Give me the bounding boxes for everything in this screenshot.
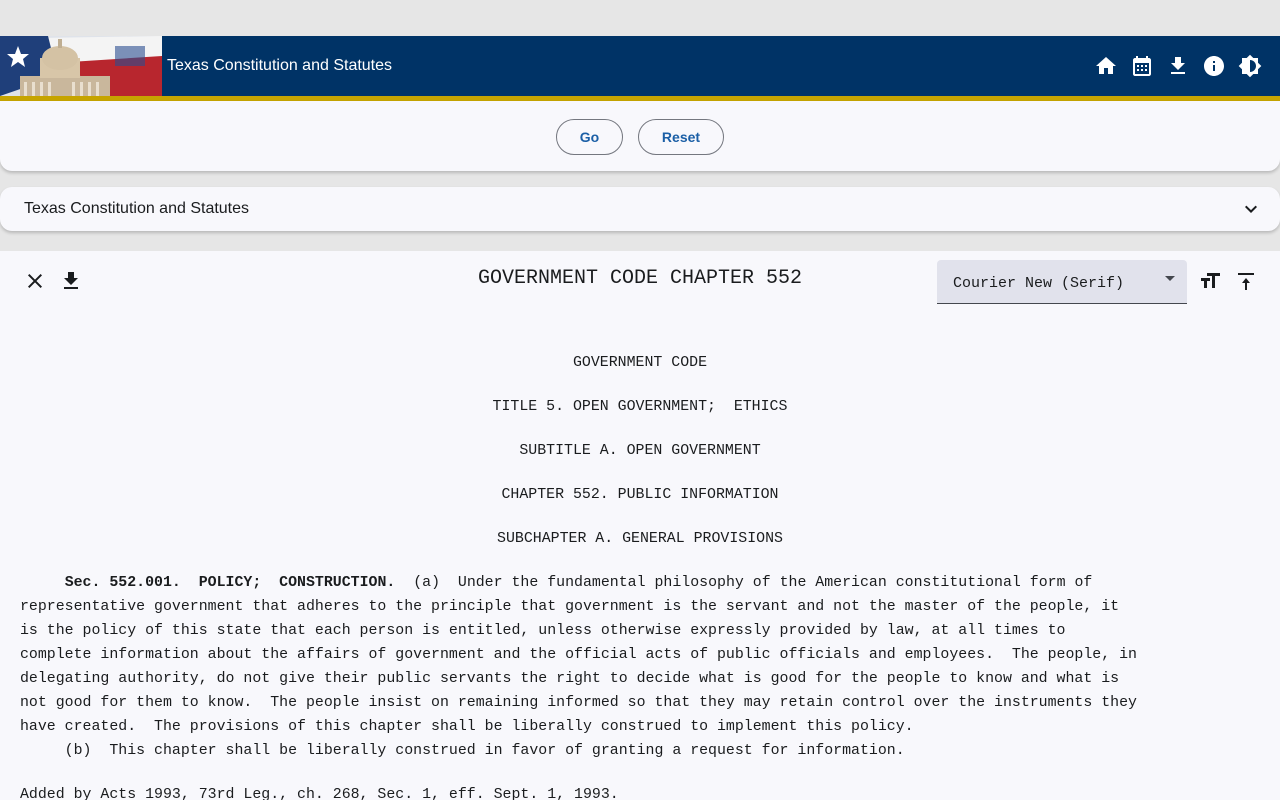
subtitle-heading: SUBTITLE A. OPEN GOVERNMENT (519, 443, 761, 459)
document-viewer: GOVERNMENT CODE CHAPTER 552 Courier New … (0, 251, 1280, 800)
go-button[interactable]: Go (556, 119, 623, 155)
font-select[interactable]: Courier New (Serif) (937, 260, 1187, 304)
constitution-statutes-panel[interactable]: Texas Constitution and Statutes (0, 187, 1280, 231)
section-text-line: have created. The provisions of this cha… (20, 719, 914, 735)
panel-title: Texas Constitution and Statutes (24, 200, 250, 217)
section-first-line: Sec. 552.001. POLICY; CONSTRUCTION. (a) … (20, 571, 1260, 595)
document-body: GOVERNMENT CODE TITLE 5. OPEN GOVERNMENT… (20, 351, 1260, 800)
app-title: Texas Constitution and Statutes (167, 57, 393, 74)
code-heading: GOVERNMENT CODE (572, 355, 708, 371)
home-icon[interactable] (1094, 54, 1118, 78)
download-icon[interactable] (1166, 54, 1190, 78)
reset-button[interactable]: Reset (638, 119, 724, 155)
document-title: GOVERNMENT CODE CHAPTER 552 (477, 267, 803, 290)
brightness-icon[interactable] (1238, 54, 1262, 78)
section-text-line: not good for them to know. The people in… (20, 695, 1137, 711)
download-icon[interactable] (59, 269, 83, 293)
section-text-start: (a) Under the fundamental philosophy of … (395, 575, 1093, 591)
header-toolbar (1094, 36, 1262, 96)
text-size-icon[interactable] (1198, 269, 1222, 293)
section-text-line: representative government that adheres t… (20, 599, 1120, 615)
title-heading: TITLE 5. OPEN GOVERNMENT; ETHICS (492, 399, 788, 415)
font-select-value: Courier New (Serif) (953, 275, 1125, 292)
section-text-line: delegating authority, do not give their … (20, 671, 1120, 687)
app-header: Texas Constitution and Statutes (0, 36, 1280, 96)
capitol-flag-image (0, 36, 162, 96)
section-text-line: is the policy of this state that each pe… (20, 623, 1066, 639)
section-indent (20, 575, 65, 591)
section-text-line: (b) This chapter shall be liberally cons… (20, 743, 905, 759)
chapter-heading: CHAPTER 552. PUBLIC INFORMATION (501, 487, 779, 503)
calendar-icon[interactable] (1130, 54, 1154, 78)
document-toolbar: GOVERNMENT CODE CHAPTER 552 Courier New … (0, 251, 1280, 311)
capitol-logo[interactable] (0, 36, 162, 96)
subchapter-heading: SUBCHAPTER A. GENERAL PROVISIONS (497, 531, 783, 547)
close-icon[interactable] (23, 269, 47, 293)
search-panel: Go Reset (0, 101, 1280, 171)
history-note: Added by Acts 1993, 73rd Leg., ch. 268, … (20, 787, 619, 800)
chevron-down-icon[interactable] (1239, 197, 1263, 221)
info-icon[interactable] (1202, 54, 1226, 78)
section-label: Sec. 552.001. POLICY; CONSTRUCTION. (64, 575, 396, 591)
section-text-line: complete information about the affairs o… (20, 647, 1137, 663)
scroll-top-icon[interactable] (1234, 269, 1258, 293)
dropdown-arrow-icon (1165, 276, 1175, 281)
